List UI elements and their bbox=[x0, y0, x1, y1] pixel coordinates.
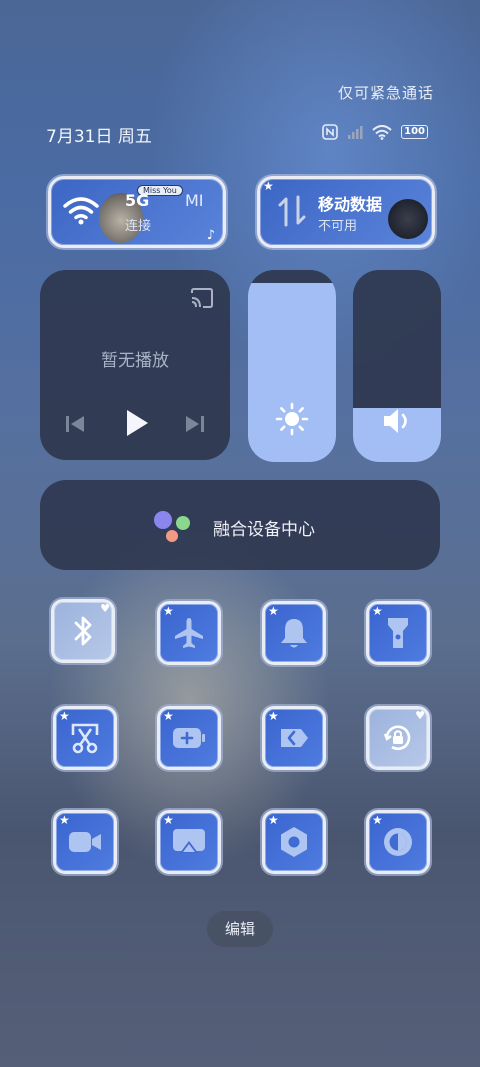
airplane-icon bbox=[175, 618, 203, 648]
bell-icon bbox=[281, 619, 307, 648]
brightness-slider[interactable] bbox=[248, 270, 336, 462]
edit-button[interactable]: 编辑 bbox=[207, 911, 273, 947]
date-text: 7月31日 周五 bbox=[46, 127, 152, 147]
code-share-icon bbox=[281, 729, 308, 747]
star-decoration-icon: ★ bbox=[163, 709, 174, 723]
star-decoration-icon: ★ bbox=[59, 813, 70, 827]
music-note-icon: ♪ bbox=[206, 228, 215, 243]
nfc-icon bbox=[322, 124, 338, 140]
star-decoration-icon: ★ bbox=[268, 604, 279, 618]
screen-cast-icon bbox=[173, 829, 205, 853]
previous-icon[interactable] bbox=[64, 414, 86, 434]
heart-decoration-icon: ♥ bbox=[100, 602, 110, 615]
volume-slider[interactable] bbox=[353, 270, 441, 462]
media-status: 暂无播放 bbox=[101, 351, 169, 371]
star-decoration-icon: ★ bbox=[263, 179, 274, 193]
mobile-data-status: 不可用 bbox=[318, 219, 358, 234]
ring-mode-toggle[interactable]: ★ bbox=[262, 601, 326, 665]
status-icons: 100 bbox=[322, 124, 428, 140]
flashlight-icon bbox=[388, 618, 408, 648]
mobile-data-title: 移动数据 bbox=[318, 195, 383, 214]
play-icon[interactable] bbox=[124, 408, 150, 438]
airplane-mode-toggle[interactable]: ★ bbox=[157, 601, 221, 665]
wifi-icon bbox=[63, 197, 99, 225]
cast-icon[interactable] bbox=[190, 288, 214, 308]
next-icon[interactable] bbox=[184, 414, 206, 434]
wifi-icon bbox=[372, 124, 392, 140]
fusion-device-center-label: 融合设备中心 bbox=[213, 520, 315, 540]
battery-saver-toggle[interactable]: ★ bbox=[157, 706, 221, 770]
settings-hex-icon bbox=[281, 827, 307, 857]
bluetooth-toggle[interactable]: ♥ bbox=[51, 599, 115, 663]
battery-icon: 100 bbox=[401, 125, 428, 139]
dark-mode-icon bbox=[384, 828, 412, 856]
star-decoration-icon: ★ bbox=[372, 813, 383, 827]
star-decoration-icon: ★ bbox=[163, 604, 174, 618]
speaker-icon bbox=[384, 409, 407, 433]
wifi-tile[interactable]: Miss You 5G MI 连接 ♪ bbox=[48, 176, 226, 248]
rotation-lock-icon bbox=[383, 725, 411, 751]
scissors-screenshot-icon bbox=[71, 723, 99, 754]
cat-sticker-image bbox=[388, 199, 428, 239]
battery-saver-icon bbox=[173, 728, 205, 748]
star-decoration-icon: ★ bbox=[268, 813, 279, 827]
star-decoration-icon: ★ bbox=[268, 709, 279, 723]
rotation-lock-toggle[interactable]: ♥ bbox=[366, 706, 430, 770]
wifi-status: 连接 bbox=[125, 219, 152, 234]
bluetooth-icon bbox=[74, 616, 92, 646]
wifi-network-name-2: MI bbox=[185, 191, 204, 210]
mobile-data-arrows-icon bbox=[278, 195, 306, 227]
screen-cast-toggle[interactable]: ★ bbox=[157, 810, 221, 874]
settings-toggle[interactable]: ★ bbox=[262, 810, 326, 874]
brightness-sun-icon bbox=[275, 402, 309, 436]
mobile-data-tile[interactable]: ★ 移动数据 不可用 bbox=[257, 176, 435, 248]
screen-recorder-toggle[interactable]: ★ bbox=[53, 810, 117, 874]
fusion-device-center-button[interactable]: 融合设备中心 bbox=[40, 480, 440, 570]
media-player-card[interactable]: 暂无播放 bbox=[40, 270, 230, 460]
fusion-dots-icon bbox=[154, 511, 190, 542]
dark-mode-toggle[interactable]: ★ bbox=[366, 810, 430, 874]
wifi-network-name: 5G bbox=[125, 191, 150, 210]
signal-icon bbox=[348, 126, 363, 139]
heart-decoration-icon: ♥ bbox=[415, 709, 425, 722]
video-camera-icon bbox=[69, 832, 101, 852]
screenshot-toggle[interactable]: ★ bbox=[53, 706, 117, 770]
star-decoration-icon: ★ bbox=[163, 813, 174, 827]
emergency-calls-only-text: 仅可紧急通话 bbox=[337, 84, 434, 102]
flashlight-toggle[interactable]: ★ bbox=[366, 601, 430, 665]
star-decoration-icon: ★ bbox=[372, 604, 383, 618]
code-share-toggle[interactable]: ★ bbox=[262, 706, 326, 770]
star-decoration-icon: ★ bbox=[59, 709, 70, 723]
